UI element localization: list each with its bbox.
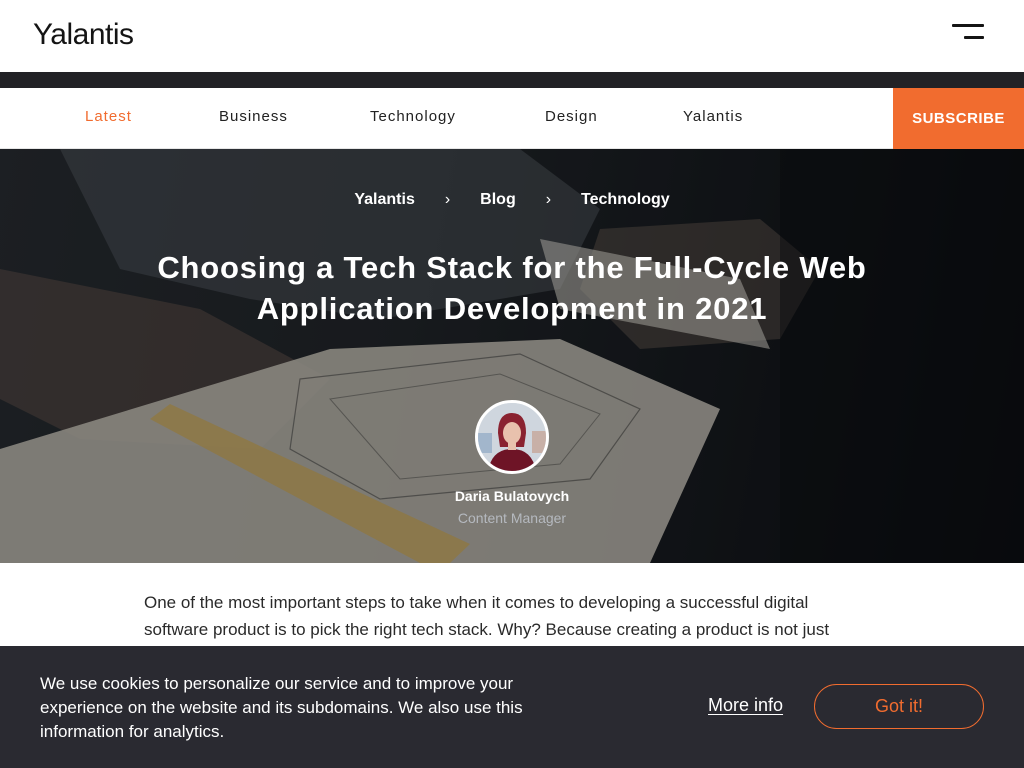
header-divider [0,72,1024,88]
author-role: Content Manager [457,510,567,526]
breadcrumb-yalantis[interactable]: Yalantis [354,191,414,209]
author-name[interactable]: Daria Bulatovych [0,488,1024,504]
nav-item-yalantis[interactable]: Yalantis [683,108,743,125]
breadcrumb-technology[interactable]: Technology [581,191,670,209]
nav-item-design[interactable]: Design [545,108,598,125]
author-portrait-icon [478,403,546,471]
breadcrumb: Yalantis › Blog › Technology [0,191,1024,209]
yalantis-logo[interactable]: Yalantis [33,18,134,52]
site-header: Yalantis [0,0,1024,72]
subscribe-button[interactable]: SUBSCRIBE [893,88,1024,149]
article-title: Choosing a Tech Stack for the Full-Cycle… [157,250,867,326]
breadcrumb-blog[interactable]: Blog [480,191,516,209]
hero-banner: Yalantis › Blog › Technology Choosing a Tech… [0,149,1024,563]
nav-item-latest[interactable]: Latest [85,108,132,125]
hamburger-menu-icon[interactable] [948,20,988,48]
nav-item-business[interactable]: Business [219,108,288,125]
breadcrumb-separator: › [545,191,552,208]
cookie-banner: We use cookies to personalize our servic… [0,646,1024,768]
category-nav: Latest Business Technology Design Yalant… [0,88,1024,149]
accept-cookies-button[interactable]: Got it! [814,684,984,729]
cookie-message: We use cookies to personalize our servic… [40,674,523,741]
more-info-link[interactable]: More info [708,695,783,716]
article-intro: One of the most important steps to take … [144,593,830,639]
author-avatar[interactable] [475,400,549,474]
nav-item-technology[interactable]: Technology [370,108,456,125]
breadcrumb-separator: › [444,191,451,208]
